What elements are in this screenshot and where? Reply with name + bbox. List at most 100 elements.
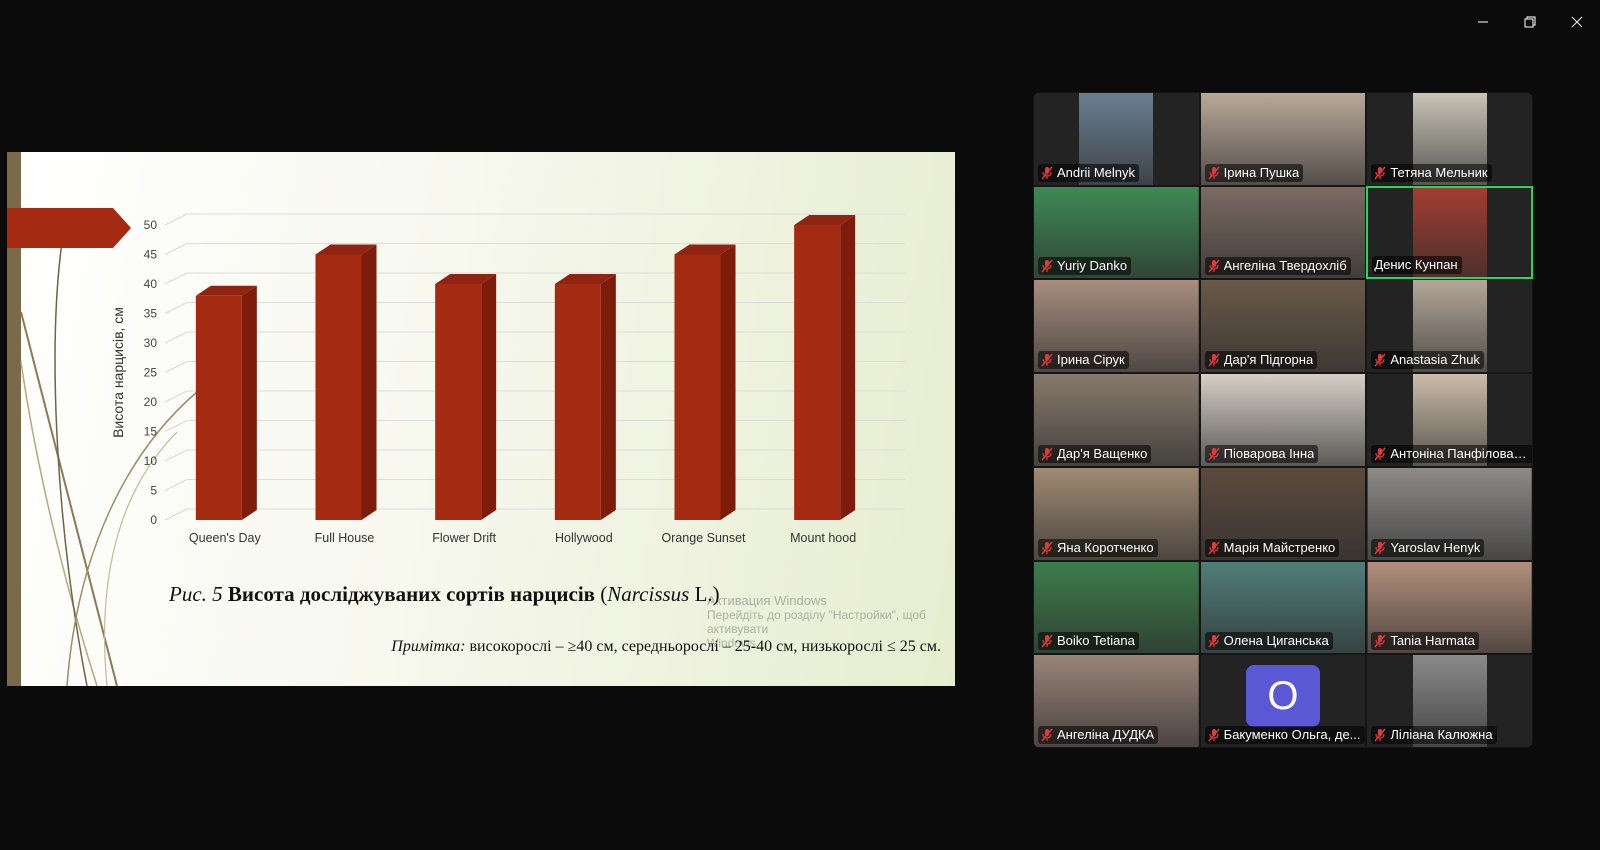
y-tick-label: 5 <box>150 484 157 498</box>
participant-name: Boiko Tetiana <box>1057 633 1135 649</box>
participant-name-label: Yaroslav Henyk <box>1371 538 1485 557</box>
participant-tile[interactable]: Тетяна Мельник <box>1366 92 1533 186</box>
bar-side <box>720 244 736 520</box>
y-tick-label: 20 <box>144 395 158 409</box>
gridline-diagonal <box>164 390 188 403</box>
participant-tile[interactable]: O Бакуменко Ольга, де... <box>1199 654 1367 748</box>
participant-name: Марія Майстренко <box>1223 539 1336 555</box>
muted-mic-icon <box>1374 634 1386 648</box>
close-icon <box>1571 16 1582 28</box>
participant-name-label: Бакуменко Ольга, де... <box>1204 726 1365 744</box>
participants-gallery: Andrii Melnyk Ірина Пушка Тетяна Мельник Yu… <box>1033 92 1533 748</box>
participant-avatar: O <box>1245 665 1320 728</box>
participant-tile[interactable]: Yuriy Danko <box>1033 185 1200 280</box>
participant-name-label: Yuriy Danko <box>1038 257 1132 276</box>
participant-tile[interactable]: Яна Коротченко <box>1033 466 1200 561</box>
participant-name-label: Ліліана Калюжна <box>1371 726 1497 744</box>
muted-mic-icon <box>1208 728 1220 742</box>
figure-caption: Рис. 5 Висота досліджуваних сортів нарци… <box>169 582 720 606</box>
bar-side <box>361 244 377 520</box>
participant-name: Ірина Сірук <box>1057 352 1125 368</box>
restore-button[interactable] <box>1506 8 1553 36</box>
y-tick-label: 30 <box>144 336 158 350</box>
shared-slide[interactable]: 0 5 10 15 20 25 30 35 40 45 50 Висота нарцисів, см Q… <box>7 152 955 686</box>
participant-name: Антоніна Панфілова, ... <box>1390 445 1530 461</box>
participant-name-label: Ангеліна ДУДКА <box>1038 726 1159 744</box>
y-tick-label: 35 <box>144 307 158 321</box>
participant-tile[interactable]: Ліліана Калюжна <box>1366 654 1533 748</box>
bar-chart: 0 5 10 15 20 25 30 35 40 45 50 Висота нарцисів, см Q… <box>110 213 905 545</box>
participant-name: Anastasia Zhuk <box>1390 352 1480 368</box>
participant-name: Yaroslav Henyk <box>1390 539 1481 555</box>
participant-tile[interactable]: Ангеліна Твердохліб <box>1199 185 1367 280</box>
participant-name-label: Денис Кунпан <box>1372 256 1462 275</box>
participant-tile[interactable]: Tania Harmata <box>1366 560 1533 655</box>
participant-name: Ліліана Калюжна <box>1390 727 1493 742</box>
muted-mic-icon <box>1374 541 1386 555</box>
participant-name: Бакуменко Ольга, де... <box>1223 727 1361 742</box>
participant-tile[interactable]: Boiko Tetiana <box>1033 560 1200 655</box>
participant-name-label: Ірина Пушка <box>1204 163 1304 182</box>
participant-tile[interactable]: Дар'я Підгорна <box>1199 279 1367 374</box>
participant-tile[interactable]: Anastasia Zhuk <box>1366 279 1533 374</box>
participant-tile[interactable]: Марія Майстренко <box>1199 466 1367 561</box>
minimize-icon <box>1477 21 1488 23</box>
y-tick-label: 45 <box>144 248 158 262</box>
participant-name: Дар'я Ващенко <box>1057 445 1148 461</box>
participant-name-label: Дар'я Підгорна <box>1204 351 1318 370</box>
x-tick-label: Hollywood <box>555 531 613 545</box>
participant-name: Тетяна Мельник <box>1390 164 1488 180</box>
x-tick-label: Mount hood <box>790 531 856 545</box>
participant-tile[interactable]: Yaroslav Henyk <box>1366 466 1533 561</box>
x-tick-label: Full House <box>315 531 375 545</box>
gridline-diagonal <box>164 508 188 521</box>
gridline-diagonal <box>164 302 188 314</box>
participant-name: Tania Harmata <box>1390 633 1475 649</box>
participant-name: Яна Коротченко <box>1057 539 1154 555</box>
note-label: Примітка: <box>391 638 466 655</box>
participant-name-label: Anastasia Zhuk <box>1371 351 1484 370</box>
gridline-diagonal <box>164 479 188 491</box>
x-tick-label: Flower Drift <box>432 531 496 545</box>
muted-mic-icon <box>1208 447 1220 461</box>
participant-tile[interactable]: Денис Кунпан <box>1366 185 1533 280</box>
bar <box>554 284 601 520</box>
muted-mic-icon <box>1041 728 1053 742</box>
participant-tile[interactable]: Піоварова Інна <box>1199 373 1367 467</box>
participant-tile[interactable]: Ангеліна ДУДКА <box>1033 654 1200 748</box>
caption-title: Висота досліджуваних сортів нарцисів <box>227 582 596 606</box>
x-tick-label: Queen's Day <box>189 531 262 545</box>
participant-tile[interactable]: Олена Циганська <box>1199 560 1367 655</box>
gridline-diagonal <box>164 272 188 285</box>
participant-name-label: Тетяна Мельник <box>1371 163 1492 182</box>
participant-name: Олена Циганська <box>1223 633 1329 649</box>
participant-name-label: Марія Майстренко <box>1204 538 1340 557</box>
participant-tile[interactable]: Ірина Сірук <box>1033 279 1200 374</box>
participant-name-label: Ангеліна Твердохліб <box>1204 257 1351 276</box>
bar <box>195 295 242 520</box>
gridline-diagonal <box>164 449 188 462</box>
gridline-diagonal <box>164 420 188 432</box>
figure-note: Примітка: високорослі – ≥40 см, середньо… <box>391 638 941 656</box>
bar-side <box>840 215 856 520</box>
minimize-button[interactable] <box>1459 8 1506 36</box>
participant-name-label: Яна Коротченко <box>1038 538 1158 557</box>
participant-tile[interactable]: Ірина Пушка <box>1199 92 1367 186</box>
participant-name: Денис Кунпан <box>1374 257 1458 273</box>
muted-mic-icon <box>1041 259 1053 273</box>
participant-tile[interactable]: Andrii Melnyk <box>1033 92 1200 186</box>
bar <box>794 225 841 520</box>
participant-name-label: Boiko Tetiana <box>1038 632 1139 651</box>
y-axis-label: Висота нарцисів, см <box>110 307 126 438</box>
participant-tile[interactable]: Дар'я Ващенко <box>1033 373 1200 467</box>
y-tick-label: 40 <box>144 277 158 291</box>
muted-mic-icon <box>1374 728 1386 742</box>
muted-mic-icon <box>1208 541 1220 555</box>
participant-tile[interactable]: Антоніна Панфілова, ... <box>1366 373 1533 467</box>
y-tick-label: 0 <box>150 513 157 527</box>
window-controls <box>1459 8 1600 36</box>
close-button[interactable] <box>1553 8 1600 36</box>
gridline-diagonal <box>164 361 188 373</box>
caption-latin-name: Narcissus <box>607 582 690 606</box>
participant-name-label: Ірина Сірук <box>1038 351 1129 370</box>
